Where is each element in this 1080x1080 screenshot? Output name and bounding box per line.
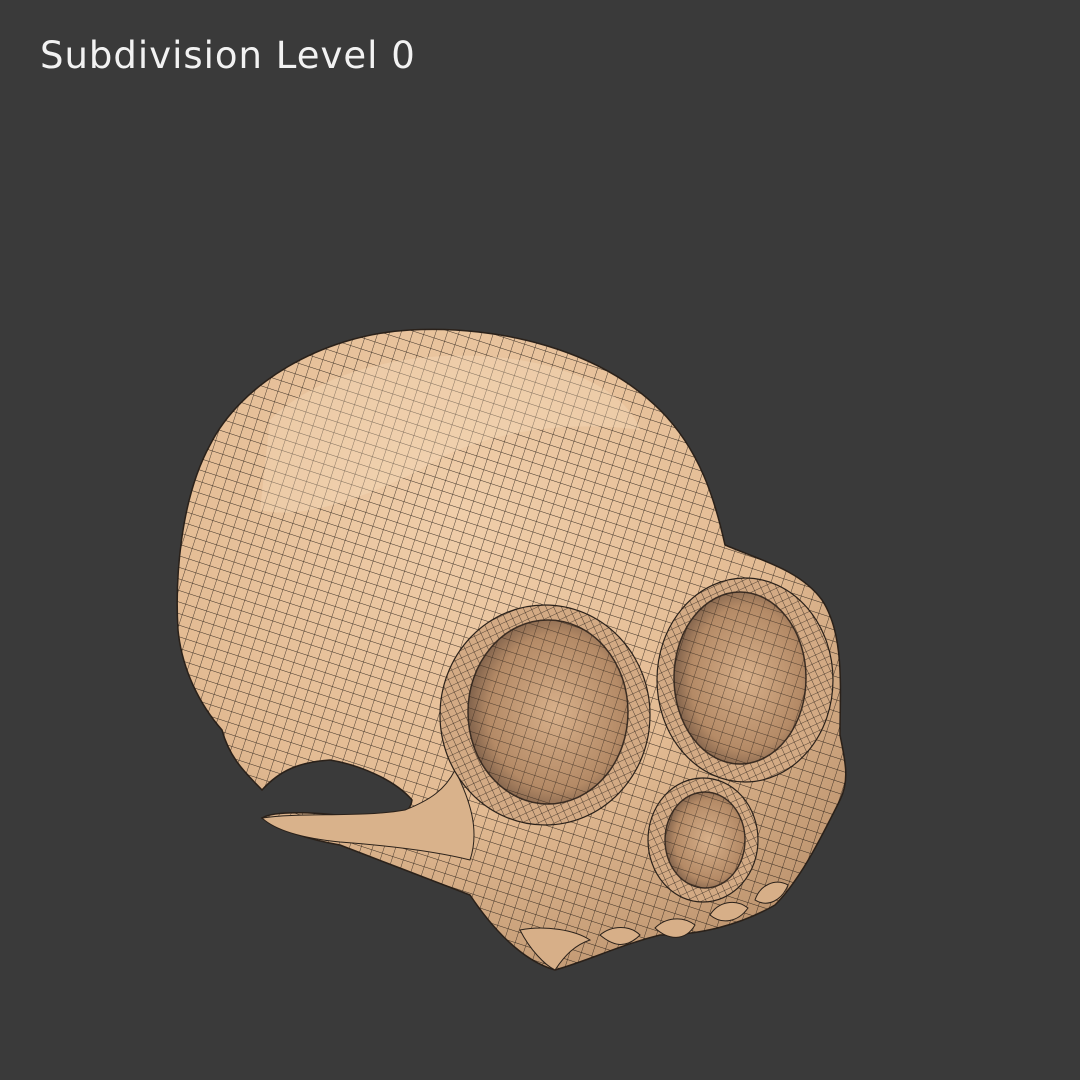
left-eye-socket [439,604,651,826]
right-eye-socket [656,577,834,783]
nasal-cavity [647,777,759,903]
skull-mesh-render [176,328,847,971]
viewport: Subdivision Level 0 [0,0,1080,1080]
